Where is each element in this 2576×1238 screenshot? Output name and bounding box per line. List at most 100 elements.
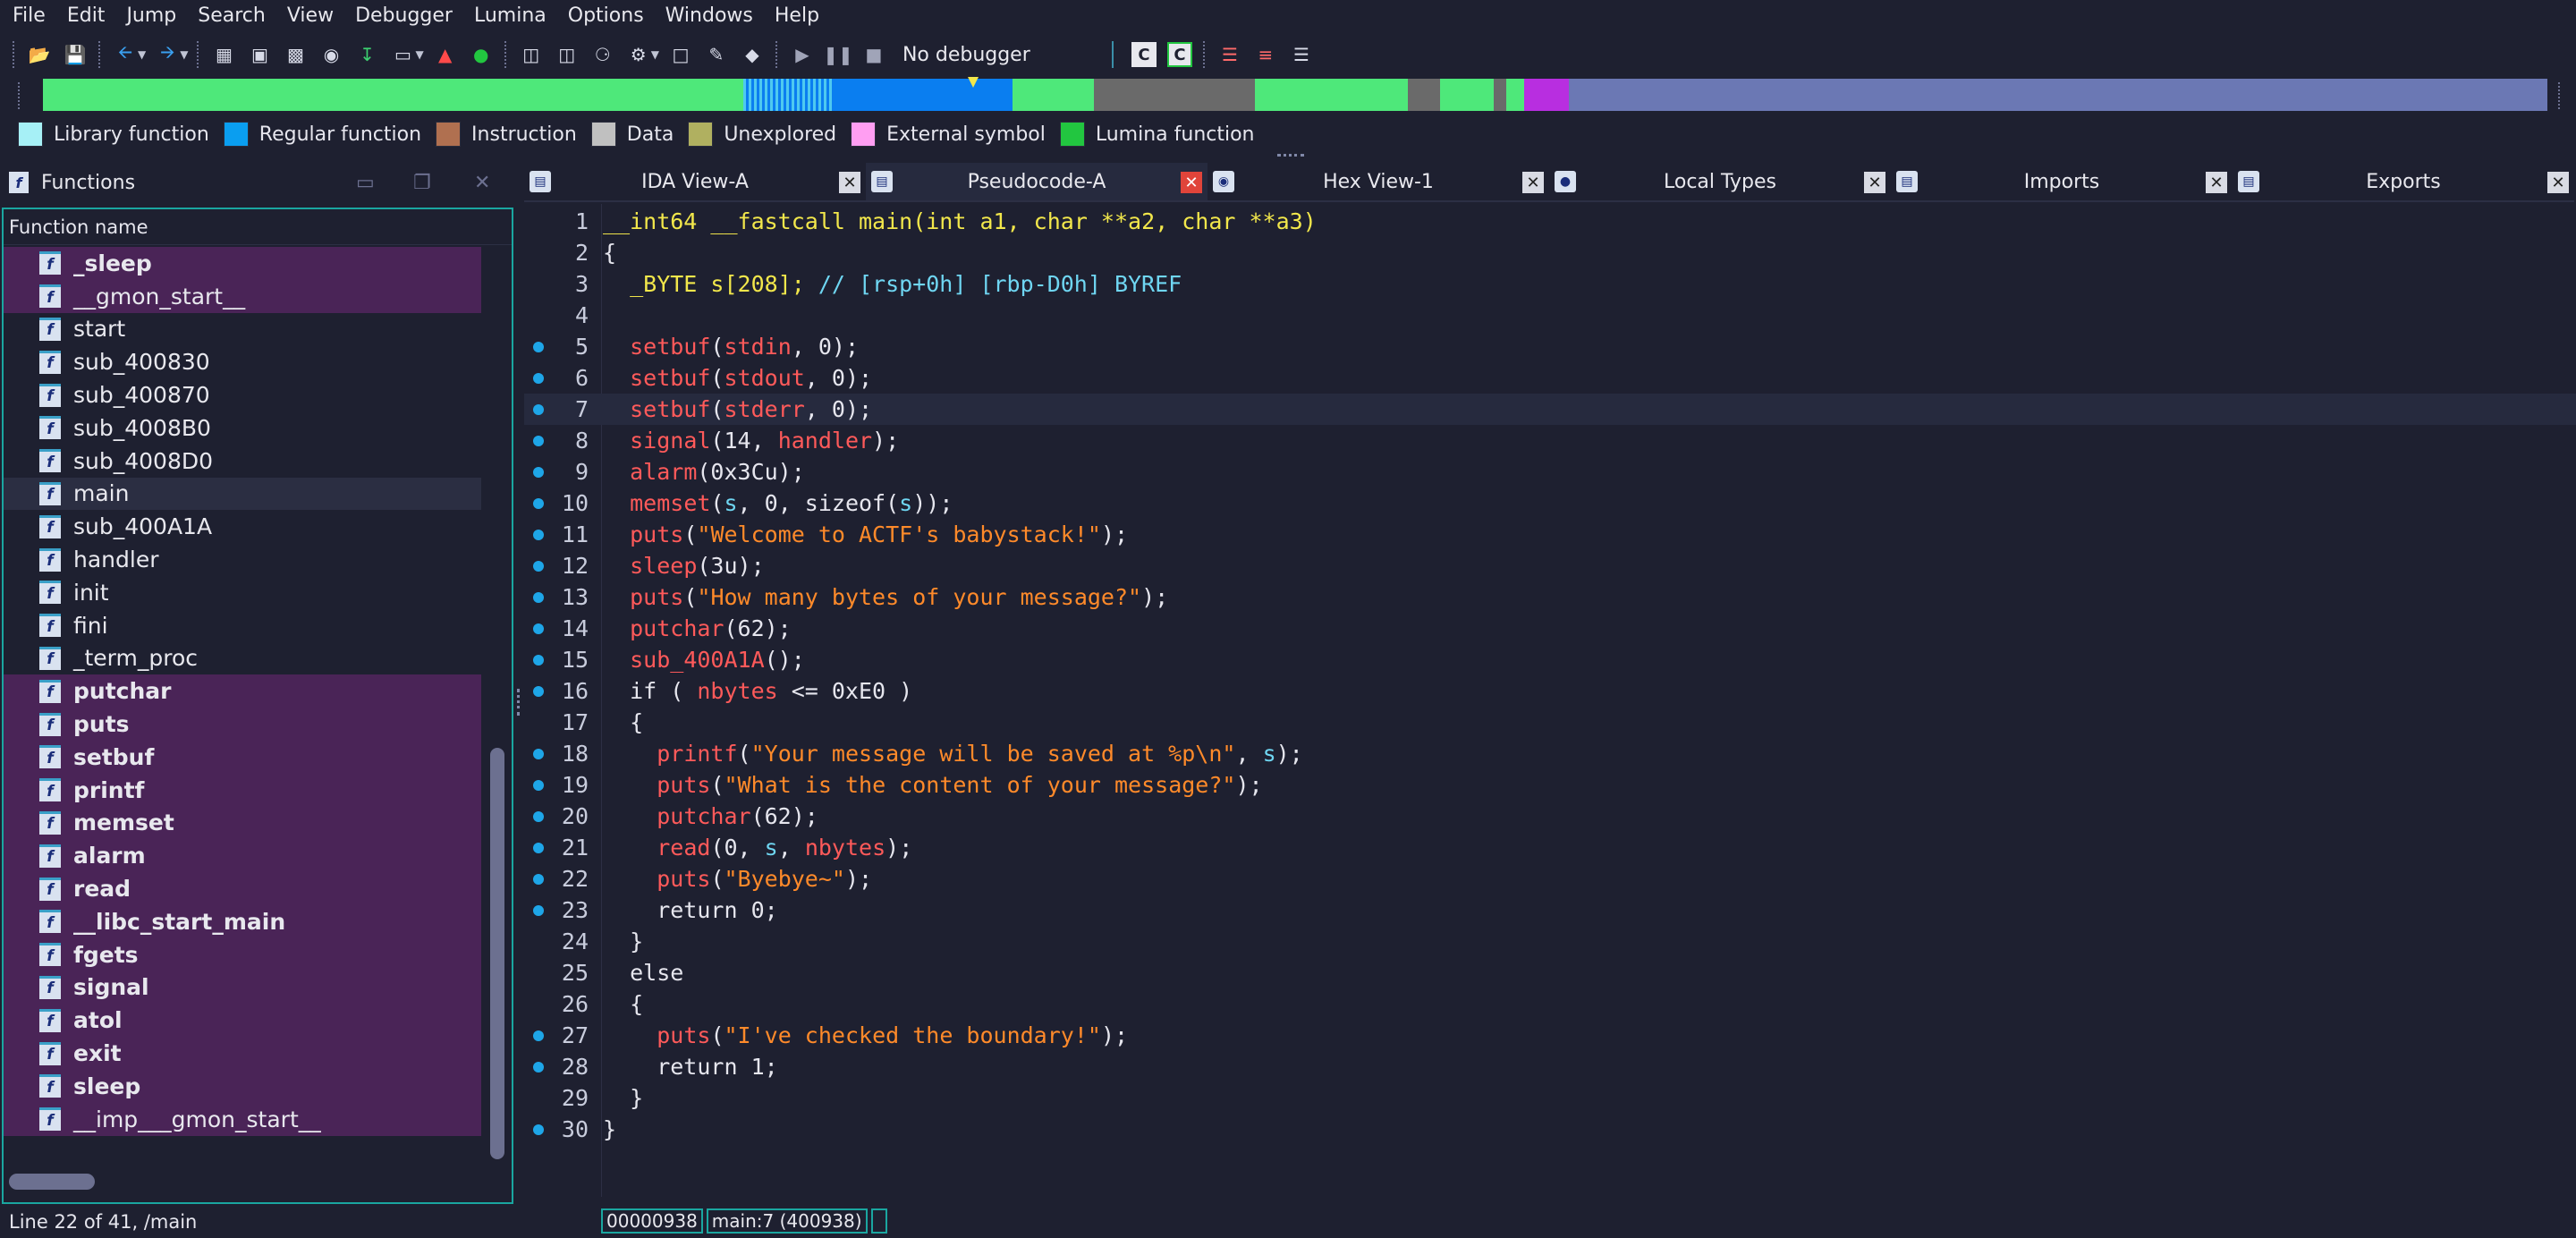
- c-generate-icon[interactable]: C: [1166, 42, 1192, 67]
- tab-imports[interactable]: ▤ Imports ✕: [1891, 163, 2233, 202]
- navband-segment[interactable]: [1440, 79, 1495, 111]
- jump-icon[interactable]: ↧: [354, 42, 379, 67]
- close-icon[interactable]: ✕: [2206, 172, 2227, 193]
- code-line[interactable]: 9 alarm(0x3Cu);: [524, 456, 2576, 488]
- navband-segment[interactable]: [1013, 79, 1094, 111]
- code-line[interactable]: 29 }: [524, 1082, 2576, 1114]
- play-icon[interactable]: ▶: [790, 42, 815, 67]
- function-row[interactable]: f sub_400A1A: [4, 510, 481, 543]
- navband-segment[interactable]: [1407, 79, 1440, 111]
- functions-horizontal-scrollbar[interactable]: [4, 1168, 481, 1195]
- function-row[interactable]: f __imp___gmon_start__: [4, 1102, 481, 1136]
- menu-edit[interactable]: Edit: [67, 4, 106, 27]
- toolbar-grip[interactable]: [504, 41, 508, 68]
- code-line[interactable]: 28 return 1;: [524, 1051, 2576, 1082]
- code-line[interactable]: 1 __int64 __fastcall main(int a1, char **…: [524, 206, 2576, 237]
- forward-arrow-icon[interactable]: 🡪: [155, 41, 180, 67]
- open-folder-icon[interactable]: 📂: [27, 42, 52, 67]
- navband-segment[interactable]: [1093, 79, 1256, 111]
- function-row[interactable]: f _sleep: [4, 247, 481, 280]
- code-line[interactable]: 10 memset(s, 0, sizeof(s));: [524, 488, 2576, 519]
- navband-scroll-right[interactable]: [2558, 82, 2565, 109]
- tab-ida-view-a[interactable]: ▤ IDA View-A ✕: [524, 163, 866, 202]
- menu-file[interactable]: File: [13, 4, 46, 27]
- column-header-function-name[interactable]: Function name: [4, 209, 512, 245]
- code-line[interactable]: 16 if ( nbytes <= 0xE0 ): [524, 675, 2576, 707]
- panel-close-icon[interactable]: ✕: [474, 172, 497, 194]
- horizontal-splitter[interactable]: [1277, 154, 1304, 157]
- function-row[interactable]: f read: [4, 872, 481, 905]
- back-arrow-icon[interactable]: 🡨: [113, 41, 138, 67]
- breakpoint-icon[interactable]: ◫: [519, 42, 544, 67]
- pause-icon[interactable]: ❚❚: [823, 42, 853, 67]
- function-row[interactable]: f atol: [4, 1004, 481, 1038]
- code-line[interactable]: 27 puts("I've checked the boundary!");: [524, 1020, 2576, 1051]
- code-line[interactable]: 23 return 0;: [524, 895, 2576, 926]
- list-tree-icon[interactable]: ☰: [1289, 42, 1314, 67]
- trace-icon[interactable]: ⚆: [590, 42, 615, 67]
- chevron-down-icon[interactable]: ▼: [180, 48, 188, 61]
- function-row[interactable]: f fini: [4, 609, 481, 642]
- warning-icon[interactable]: ▲: [433, 42, 458, 67]
- menu-windows[interactable]: Windows: [665, 4, 753, 27]
- close-icon[interactable]: ✕: [2547, 172, 2569, 193]
- patch-icon[interactable]: ✎: [704, 42, 729, 67]
- code-line[interactable]: 13 puts("How many bytes of your message?…: [524, 581, 2576, 613]
- chevron-down-icon[interactable]: ▼: [138, 48, 146, 61]
- tab-pseudocode-a[interactable]: ▤ Pseudocode-A ✕: [866, 163, 1208, 202]
- select-icon[interactable]: □: [668, 42, 693, 67]
- navband-segment[interactable]: [1494, 79, 1507, 111]
- navband-scroll-left[interactable]: [18, 82, 25, 109]
- function-row[interactable]: f sub_4008D0: [4, 445, 481, 478]
- code-line[interactable]: 15 sub_400A1A();: [524, 644, 2576, 675]
- run-circle-icon[interactable]: ●: [469, 42, 494, 67]
- code-line[interactable]: 24 }: [524, 926, 2576, 957]
- toolbar-grip[interactable]: [98, 41, 102, 68]
- debugger-selector[interactable]: No debugger: [899, 41, 1114, 68]
- navband-segment[interactable]: [1524, 79, 1570, 111]
- close-icon[interactable]: ✕: [1864, 172, 1885, 193]
- tab-exports[interactable]: ▤ Exports ✕: [2233, 163, 2574, 202]
- vertical-splitter[interactable]: [517, 689, 521, 716]
- code-line[interactable]: 18 printf("Your message will be saved at…: [524, 738, 2576, 769]
- scrollbar-thumb[interactable]: [9, 1174, 95, 1190]
- function-row[interactable]: f __gmon_start__: [4, 279, 481, 313]
- c-decompile-icon[interactable]: C: [1131, 42, 1157, 67]
- close-icon[interactable]: ✕: [1181, 172, 1202, 193]
- hex-icon[interactable]: ▩: [283, 42, 308, 67]
- function-row[interactable]: f init: [4, 576, 481, 609]
- chevron-down-icon[interactable]: ▼: [415, 48, 423, 61]
- toolbar-grip[interactable]: [13, 41, 16, 68]
- code-line[interactable]: 12 sleep(3u);: [524, 550, 2576, 581]
- navband-segment[interactable]: [1255, 79, 1408, 111]
- breakpoint-list-icon[interactable]: ◫: [555, 42, 580, 67]
- chevron-down-icon[interactable]: ▼: [651, 48, 659, 61]
- code-line[interactable]: 30}: [524, 1114, 2576, 1145]
- menu-debugger[interactable]: Debugger: [355, 4, 453, 27]
- function-row[interactable]: f memset: [4, 806, 481, 840]
- text-search-icon[interactable]: ▭: [390, 42, 415, 67]
- code-line[interactable]: 19 puts("What is the content of your mes…: [524, 769, 2576, 801]
- function-row[interactable]: f sleep: [4, 1069, 481, 1103]
- pseudocode-editor[interactable]: 1 __int64 __fastcall main(int a1, char **…: [524, 204, 2576, 1197]
- navband-segment[interactable]: [743, 79, 834, 111]
- code-line[interactable]: 7 setbuf(stderr, 0);: [524, 394, 2576, 425]
- function-row[interactable]: f main: [4, 477, 481, 511]
- functions-vertical-scrollbar[interactable]: [487, 247, 508, 1168]
- menu-options[interactable]: Options: [568, 4, 644, 27]
- tracing-options-icon[interactable]: ⚙: [626, 42, 651, 67]
- navband-segment[interactable]: [1506, 79, 1525, 111]
- code-line[interactable]: 22 puts("Byebye~");: [524, 863, 2576, 895]
- tab-hex-view-1[interactable]: ◉ Hex View-1 ✕: [1208, 163, 1549, 202]
- function-row[interactable]: f putchar: [4, 674, 481, 708]
- navband-segment[interactable]: [833, 79, 1013, 111]
- function-row[interactable]: f setbuf: [4, 740, 481, 774]
- proximity-icon[interactable]: ▣: [247, 42, 272, 67]
- function-row[interactable]: f handler: [4, 543, 481, 576]
- code-line[interactable]: 3 _BYTE s[208]; // [rsp+0h] [rbp-D0h] BY…: [524, 268, 2576, 300]
- code-line[interactable]: 11 puts("Welcome to ACTF's babystack!");: [524, 519, 2576, 550]
- function-row[interactable]: f printf: [4, 773, 481, 807]
- close-icon[interactable]: ✕: [839, 172, 860, 193]
- code-line[interactable]: 8 signal(14, handler);: [524, 425, 2576, 456]
- function-row[interactable]: f start: [4, 313, 481, 346]
